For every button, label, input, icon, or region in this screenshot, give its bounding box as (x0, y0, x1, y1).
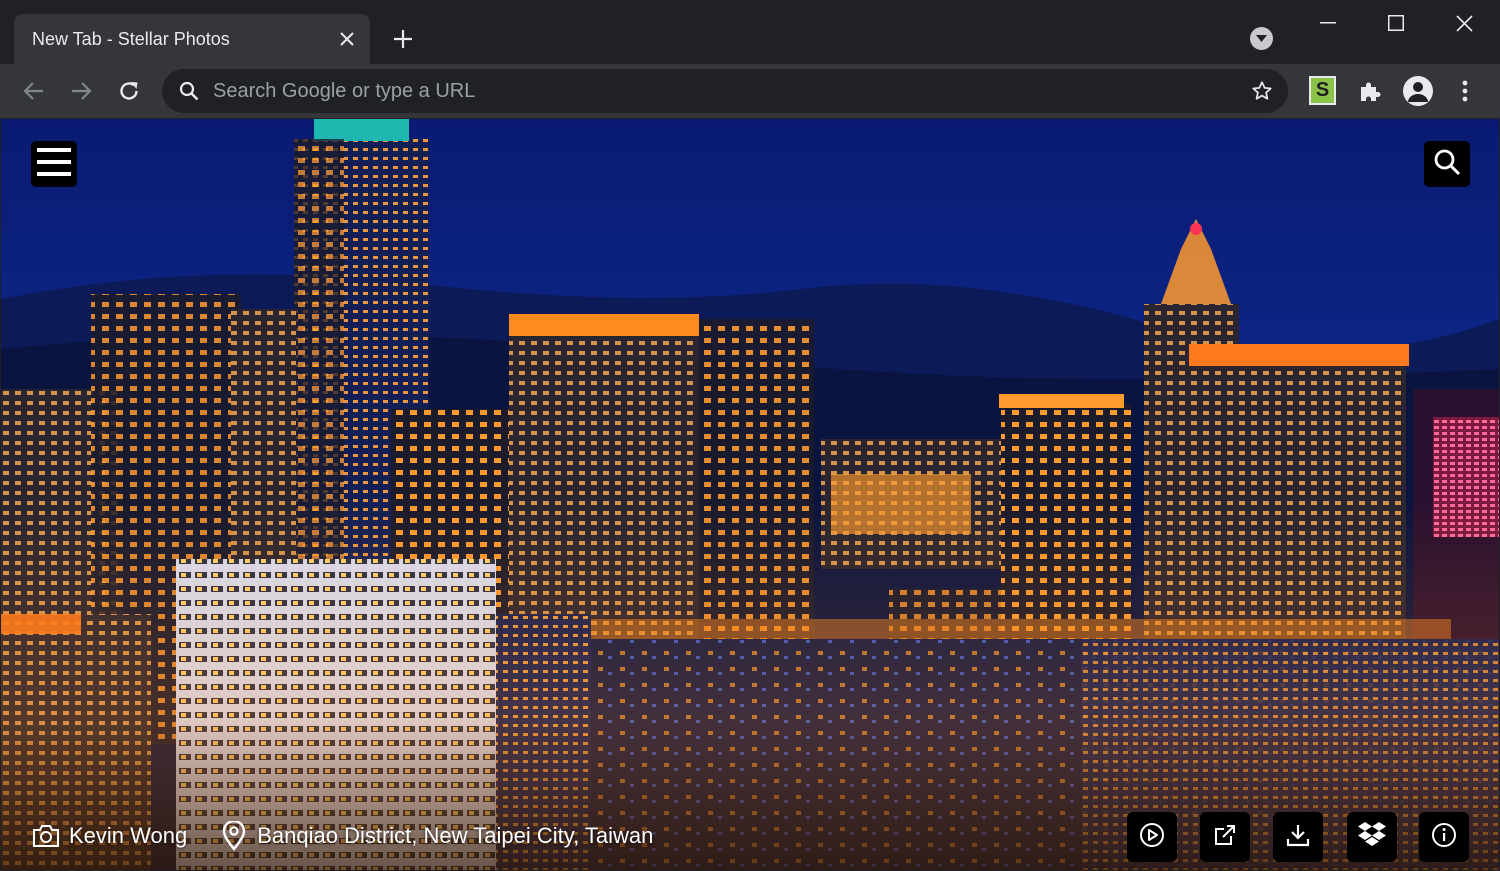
stellar-extension-icon[interactable]: S (1309, 76, 1336, 105)
hamburger-icon (37, 147, 71, 182)
close-window-icon[interactable] (1430, 0, 1498, 46)
play-slideshow-button[interactable] (1127, 812, 1177, 862)
download-icon (1285, 822, 1311, 853)
photo-info-button[interactable] (1419, 812, 1469, 862)
bookmark-star-icon[interactable] (1248, 77, 1276, 105)
play-icon (1139, 822, 1165, 853)
omnibox-placeholder: Search Google or type a URL (213, 79, 476, 102)
browser-menu-kebab-icon[interactable] (1447, 73, 1483, 109)
search-icon (1433, 148, 1461, 181)
forward-arrow-icon[interactable] (63, 73, 99, 109)
tab-title: New Tab - Stellar Photos (32, 28, 230, 49)
omnibox-search-icon (177, 79, 201, 103)
maximize-icon[interactable] (1362, 0, 1430, 46)
map-pin-icon (219, 821, 249, 851)
tab-search-icon[interactable] (1250, 27, 1273, 50)
photographer-name[interactable]: Kevin Wong (69, 823, 187, 849)
external-link-icon (1213, 823, 1237, 852)
omnibox[interactable]: Search Google or type a URL (162, 69, 1288, 113)
tab-strip: New Tab - Stellar Photos (0, 0, 1500, 64)
background-photo (1, 119, 1499, 870)
search-button[interactable] (1424, 141, 1470, 187)
browser-tab[interactable]: New Tab - Stellar Photos (14, 14, 370, 64)
reload-icon[interactable] (111, 73, 147, 109)
photo-credits: Kevin Wong Banqiao District, New Taipei … (31, 819, 685, 853)
new-tab-page: Kevin Wong Banqiao District, New Taipei … (1, 119, 1499, 870)
browser-toolbar: Search Google or type a URL S (0, 64, 1500, 118)
open-photo-button[interactable] (1200, 812, 1250, 862)
extensions-puzzle-icon[interactable] (1352, 73, 1388, 109)
photo-actions (1127, 812, 1472, 862)
tab-close-icon[interactable] (332, 24, 362, 54)
info-icon (1431, 822, 1457, 853)
menu-button[interactable] (31, 141, 77, 187)
avatar (1403, 76, 1433, 106)
profile-avatar-icon[interactable] (1400, 73, 1436, 109)
camera-icon (31, 821, 61, 851)
minimize-icon[interactable] (1294, 0, 1362, 46)
download-button[interactable] (1273, 812, 1323, 862)
back-arrow-icon[interactable] (16, 73, 52, 109)
photo-location[interactable]: Banqiao District, New Taipei City, Taiwa… (257, 823, 653, 849)
dropbox-icon (1357, 821, 1387, 854)
dropbox-button[interactable] (1347, 812, 1397, 862)
new-tab-plus-icon[interactable] (386, 22, 420, 56)
